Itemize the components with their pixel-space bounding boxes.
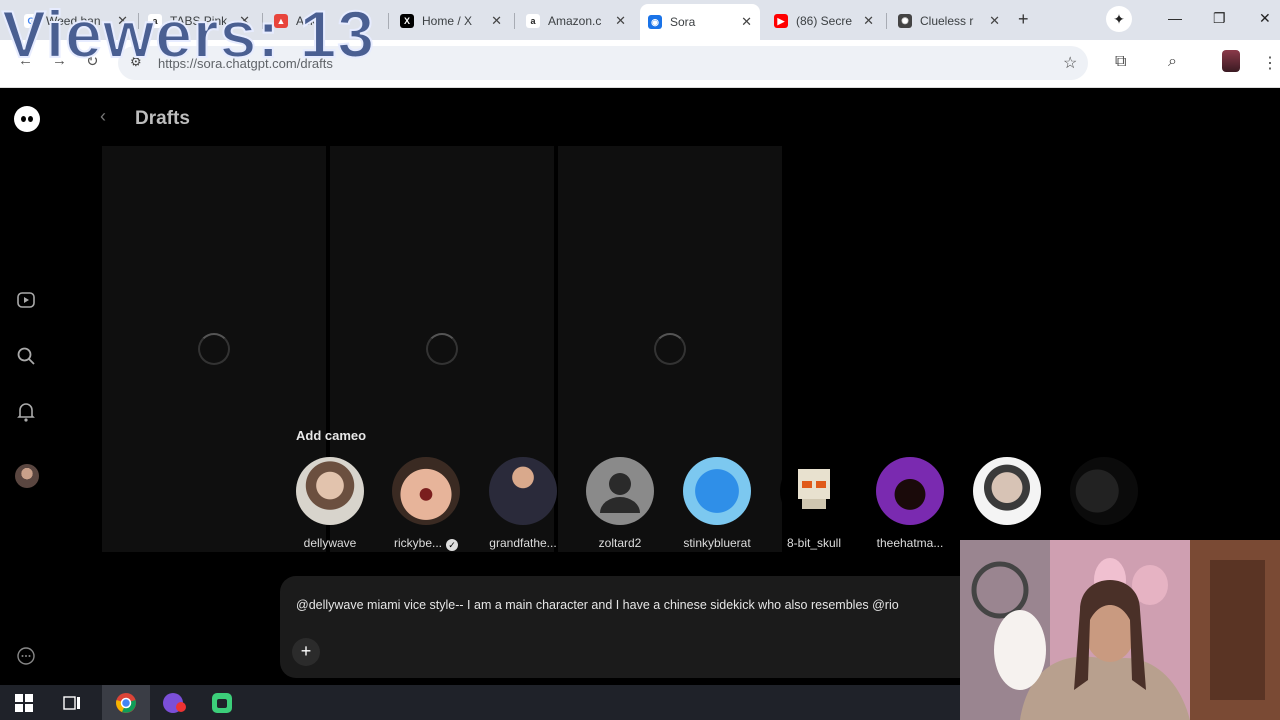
cameo-avatar [586, 457, 654, 525]
cameo-item[interactable]: dellywave [286, 457, 374, 550]
task-view-icon[interactable] [48, 685, 96, 720]
cameo-item[interactable]: rickybe... ✓ [382, 457, 470, 551]
viewer-count-overlay: Viewers: 13 [1, 0, 376, 72]
cameo-item[interactable]: stinkybluerat [673, 457, 761, 550]
cameo-avatar [683, 457, 751, 525]
streaming-app-icon[interactable] [150, 685, 198, 720]
more-options-icon[interactable] [14, 644, 38, 668]
menu-kebab-icon[interactable]: ⋮ [1262, 53, 1278, 73]
cameo-name: 8-bit_skull [786, 536, 842, 550]
tab-search-icon[interactable]: ⌕ [1168, 53, 1177, 71]
notifications-bell-icon[interactable] [14, 400, 38, 424]
prompt-input[interactable]: @dellywave miami vice style-- I am a mai… [296, 598, 899, 612]
back-chevron-icon[interactable]: ‹ [100, 106, 106, 127]
search-icon[interactable] [14, 344, 38, 368]
sora-logo-icon[interactable] [14, 106, 40, 132]
verified-badge-icon: ✓ [446, 539, 458, 551]
close-icon[interactable]: ✕ [491, 13, 502, 29]
browser-tab-active[interactable]: ◉ Sora ✕ [640, 4, 760, 40]
game-app-icon[interactable] [198, 685, 246, 720]
cameo-name: theehatma... [876, 536, 944, 550]
tab-title: Sora [670, 15, 696, 29]
browser-tab[interactable]: a Amazon.c ✕ [518, 6, 634, 36]
loading-spinner-icon [426, 333, 458, 365]
close-icon[interactable]: ✕ [615, 13, 626, 29]
browser-tab[interactable]: ✺ Clueless r ✕ [890, 6, 1008, 36]
add-attachment-button[interactable]: + [292, 638, 320, 666]
webcam-overlay [960, 540, 1280, 720]
cameo-item[interactable] [1060, 457, 1148, 525]
amazon-icon: a [526, 14, 540, 28]
cameo-item[interactable] [963, 457, 1051, 536]
tab-title: Home / X [422, 14, 473, 28]
youtube-icon: ▶ [774, 14, 788, 28]
cameo-item[interactable]: grandfathe... [479, 457, 567, 550]
browser-tab[interactable]: X Home / X ✕ [392, 6, 510, 36]
profile-avatar[interactable] [1222, 50, 1240, 72]
tab-title: Amazon.c [548, 14, 602, 28]
close-icon[interactable]: ✕ [863, 13, 874, 29]
cameo-avatar [392, 457, 460, 525]
video-feed-icon[interactable] [14, 288, 38, 312]
cameo-name: dellywave [303, 536, 357, 550]
new-tab-button[interactable]: + [1018, 9, 1029, 30]
browser-tab[interactable]: ▶ (86) Secre ✕ [766, 6, 882, 36]
cameo-name: grandfathe... [489, 536, 557, 550]
tab-title: Clueless r [920, 14, 974, 28]
cameo-avatar [780, 457, 848, 525]
tab-title: (86) Secre [796, 14, 853, 28]
cameo-item[interactable]: zoltard2 [576, 457, 664, 550]
window-close-icon[interactable]: ✕ [1259, 10, 1271, 27]
openai-icon: ✺ [898, 14, 912, 28]
cameo-name: zoltard2 [598, 536, 642, 550]
cameo-avatar [489, 457, 557, 525]
windows-start-icon[interactable] [0, 685, 48, 720]
loading-spinner-icon [654, 333, 686, 365]
gemini-icon[interactable]: ✦ [1106, 6, 1132, 32]
cameo-name: rickybe... ✓ [382, 536, 470, 551]
sora-icon: ◉ [648, 15, 662, 29]
x-icon: X [400, 14, 414, 28]
cameo-avatar [296, 457, 364, 525]
cameo-item[interactable]: theehatma... [866, 457, 954, 550]
close-icon[interactable]: ✕ [989, 13, 1000, 29]
bookmark-star-icon[interactable]: ☆ [1063, 53, 1077, 73]
minimize-icon[interactable]: — [1168, 10, 1182, 26]
extensions-icon[interactable]: ⧉ [1115, 53, 1126, 71]
cameo-avatar [1070, 457, 1138, 525]
chrome-taskbar-icon[interactable] [102, 685, 150, 720]
restore-icon[interactable]: ❐ [1213, 10, 1226, 27]
loading-spinner-icon [198, 333, 230, 365]
cameo-avatar [973, 457, 1041, 525]
cameo-avatar [876, 457, 944, 525]
page-title: Drafts [135, 108, 190, 129]
user-avatar[interactable] [15, 464, 39, 488]
cameo-name: stinkybluerat [683, 536, 751, 550]
cameo-heading: Add cameo [296, 428, 367, 443]
cameo-item[interactable]: 8-bit_skull [770, 457, 858, 550]
close-icon[interactable]: ✕ [741, 14, 752, 30]
